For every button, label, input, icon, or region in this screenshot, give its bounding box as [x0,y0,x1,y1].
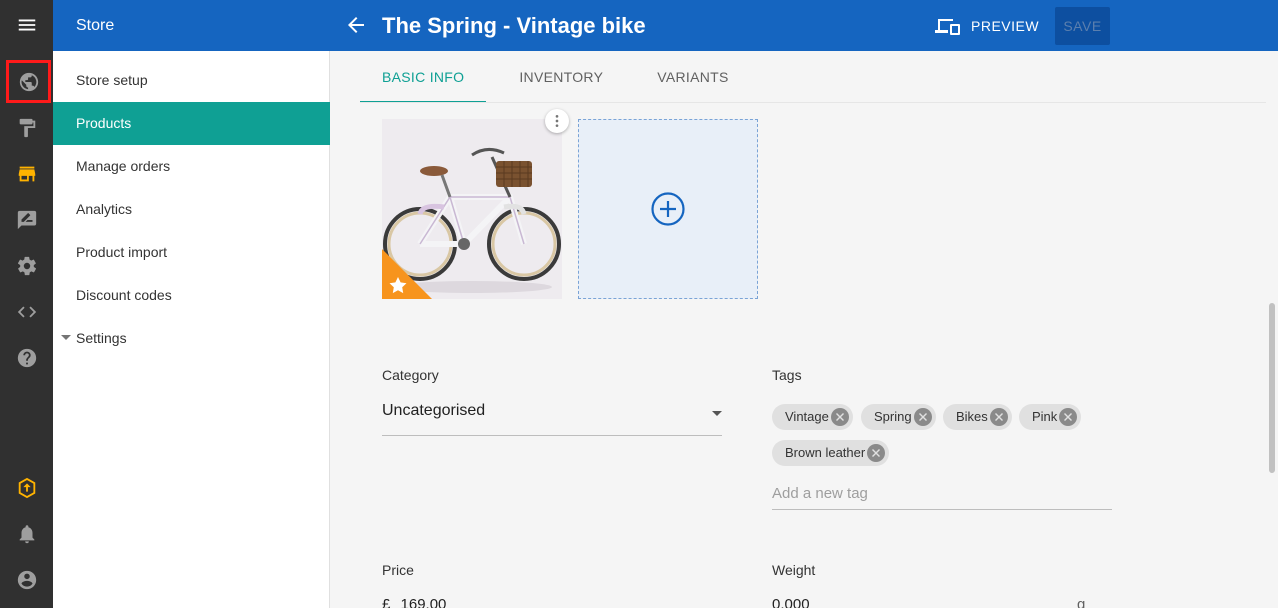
weight-unit: g [1077,596,1086,608]
sidebar-item-manage-orders[interactable]: Manage orders [53,145,330,188]
tab-variants[interactable]: VARIANTS [635,51,750,103]
app-rail [0,0,53,608]
back-arrow-icon[interactable] [344,13,368,37]
tag-chip-label: Vintage [785,409,829,424]
tag-chip-label: Pink [1032,409,1058,424]
sidebar-item-discount-codes[interactable]: Discount codes [53,274,330,317]
store-icon[interactable] [0,151,53,197]
remove-tag-icon[interactable] [989,408,1008,426]
tab-basic-info[interactable]: BASIC INFO [360,51,487,103]
sidebar-item-store-setup[interactable]: Store setup [53,59,330,102]
tags-label: Tags [772,367,802,383]
product-image[interactable] [382,119,562,299]
remove-tag-icon[interactable] [1059,408,1078,426]
category-label: Category [382,367,439,383]
store-sidebar: Store setup Products Manage orders Analy… [53,51,330,608]
tag-chip: Brown leather [772,440,890,466]
tag-chip-label: Bikes [956,409,988,424]
caret-down-icon [61,335,71,340]
remove-tag-icon[interactable] [913,408,932,426]
tag-chip: Spring [861,404,936,430]
account-icon[interactable] [0,557,53,603]
top-bar: Store The Spring - Vintage bike PREVIEW … [53,0,1278,51]
save-button[interactable]: SAVE [1055,7,1110,45]
tag-chip: Vintage [772,404,853,430]
scrollbar[interactable] [1267,103,1278,608]
sidebar-item-analytics[interactable]: Analytics [53,188,330,231]
store-title: Store [76,17,115,34]
price-field[interactable]: £ 169.00 [382,596,446,608]
add-circle-icon [651,192,685,226]
weight-label: Weight [772,562,816,578]
sidebar-item-label: Settings [76,330,127,346]
page-title: The Spring - Vintage bike [382,13,646,38]
menu-icon[interactable] [0,2,53,48]
preview-button[interactable]: PREVIEW [925,8,1049,44]
category-select[interactable]: Uncategorised [382,398,722,436]
sidebar-item-settings[interactable]: Settings [53,317,330,360]
star-icon [382,249,432,299]
image-options-icon[interactable] [545,109,569,133]
tag-chip: Pink [1019,404,1082,430]
tag-chip: Bikes [943,404,1012,430]
bell-icon[interactable] [0,511,53,557]
preview-label: PREVIEW [971,18,1040,34]
help-icon[interactable] [0,335,53,381]
category-value: Uncategorised [382,402,486,419]
tab-bar: BASIC INFO INVENTORY VARIANTS [360,51,751,103]
gear-icon[interactable] [0,243,53,289]
sidebar-item-product-import[interactable]: Product import [53,231,330,274]
remove-tag-icon[interactable] [867,444,886,462]
price-value: 169.00 [400,596,447,608]
add-tag-input[interactable] [772,478,1112,510]
scrollbar-thumb[interactable] [1269,303,1275,473]
devices-icon [935,19,960,35]
feedback-icon[interactable] [0,197,53,243]
globe-icon[interactable] [5,59,52,104]
tabs-divider [360,102,1266,103]
currency-symbol: £ [382,596,391,608]
paint-roller-icon[interactable] [0,105,53,151]
add-image-button[interactable] [578,119,758,299]
upgrade-icon[interactable] [0,465,53,511]
remove-tag-icon[interactable] [830,408,849,426]
tab-inventory[interactable]: INVENTORY [497,51,625,103]
code-icon[interactable] [0,289,53,335]
price-label: Price [382,562,414,578]
dropdown-arrow-icon [712,411,722,416]
tag-chip-label: Spring [874,409,912,424]
product-editor: BASIC INFO INVENTORY VARIANTS Category U… [330,51,1278,608]
weight-value[interactable]: 0.000 [772,596,810,608]
tag-chip-label: Brown leather [785,445,866,460]
sidebar-item-products[interactable]: Products [53,102,330,145]
